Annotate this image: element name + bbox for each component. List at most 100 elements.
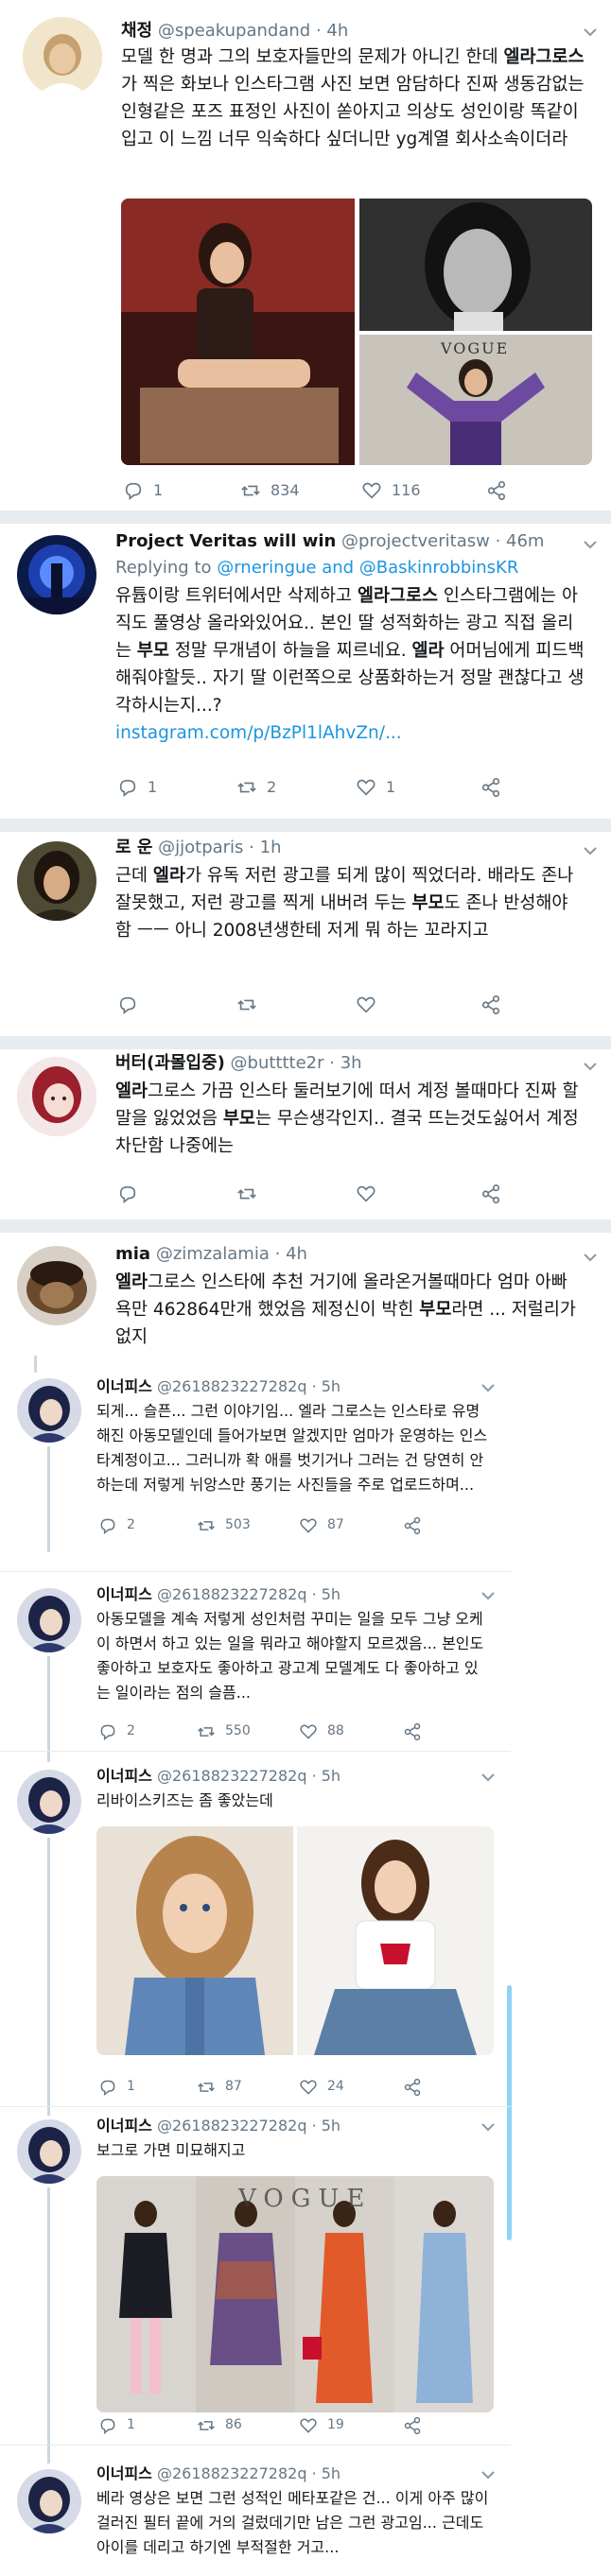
thread-tweet[interactable]: 이너피스 @2618823227282q · 5h 아동모델을 계속 저렇게 성… bbox=[0, 1581, 511, 1762]
chevron-down-icon[interactable] bbox=[480, 2467, 496, 2482]
author-name[interactable]: 이너피스 bbox=[96, 2117, 152, 2135]
chevron-down-icon[interactable] bbox=[583, 1059, 598, 1074]
author-name[interactable]: mia bbox=[115, 1244, 150, 1264]
author-handle[interactable]: @2618823227282q bbox=[157, 2464, 307, 2482]
tweet[interactable]: 버터(과몰입중) @butttte2r · 3h 엘라그로스 가끔 인스타 둘러… bbox=[0, 1049, 611, 1219]
reply-button[interactable]: 1 bbox=[98, 2416, 135, 2435]
chevron-down-icon[interactable] bbox=[480, 1380, 496, 1395]
retweet-button[interactable] bbox=[236, 994, 267, 1015]
thread-tweet[interactable]: 이너피스 @2618823227282q · 5h 보그로 가면 미묘해지고 V… bbox=[0, 2116, 511, 2464]
retweet-button[interactable]: 503 bbox=[197, 1516, 251, 1535]
chevron-down-icon[interactable] bbox=[583, 25, 598, 40]
reply-button[interactable]: 1 bbox=[117, 777, 157, 798]
retweet-button[interactable]: 87 bbox=[197, 2078, 242, 2097]
like-button[interactable] bbox=[356, 1184, 386, 1204]
author-handle[interactable]: @projectveritasw bbox=[341, 531, 490, 551]
tweet[interactable]: Project Veritas will win @projectveritas… bbox=[0, 524, 611, 819]
timestamp[interactable]: 4h bbox=[286, 1244, 307, 1264]
tweet[interactable]: 로 운 @jjotparis · 1h 근데 엘라가 유독 저런 광고를 되게 … bbox=[0, 832, 611, 1036]
thread-tweet[interactable]: 이너피스 @2618823227282q · 5h 베라 영상은 보면 그런 성… bbox=[0, 2454, 511, 2576]
timestamp[interactable]: 1h bbox=[260, 838, 282, 857]
author-handle[interactable]: @butttte2r bbox=[231, 1053, 324, 1073]
author-name[interactable]: 이너피스 bbox=[96, 1377, 152, 1395]
author-handle[interactable]: @zimzalamia bbox=[156, 1244, 270, 1264]
tweet-photo[interactable] bbox=[96, 1826, 293, 2055]
author-name[interactable]: 버터(과몰입중) bbox=[115, 1053, 225, 1073]
avatar[interactable] bbox=[17, 1246, 96, 1325]
like-button[interactable]: 116 bbox=[361, 480, 421, 501]
chevron-down-icon[interactable] bbox=[583, 537, 598, 552]
author-name[interactable]: 이너피스 bbox=[96, 1585, 152, 1603]
share-button[interactable] bbox=[403, 1516, 431, 1535]
share-button[interactable] bbox=[486, 480, 516, 501]
share-button[interactable] bbox=[480, 777, 511, 798]
reply-button[interactable]: 1 bbox=[98, 2078, 135, 2097]
author-handle[interactable]: @2618823227282q bbox=[157, 2117, 307, 2135]
retweet-button[interactable]: 2 bbox=[236, 777, 276, 798]
avatar[interactable] bbox=[17, 1588, 81, 1652]
reply-button[interactable]: 2 bbox=[98, 1722, 135, 1741]
timestamp[interactable]: 46m bbox=[506, 531, 544, 551]
reply-button[interactable]: 2 bbox=[98, 1516, 135, 1535]
author-handle[interactable]: @2618823227282q bbox=[157, 1377, 307, 1395]
retweet-button[interactable]: 834 bbox=[240, 480, 300, 501]
avatar[interactable] bbox=[17, 841, 96, 921]
chevron-down-icon[interactable] bbox=[480, 2119, 496, 2135]
timestamp[interactable]: 5h bbox=[322, 1585, 340, 1603]
avatar[interactable] bbox=[17, 2119, 81, 2184]
avatar[interactable] bbox=[17, 535, 96, 614]
timestamp[interactable]: 3h bbox=[340, 1053, 362, 1073]
like-button[interactable]: 87 bbox=[299, 1516, 344, 1535]
author-handle[interactable]: @2618823227282q bbox=[157, 1585, 307, 1603]
like-button[interactable]: 88 bbox=[299, 1722, 344, 1741]
timestamp[interactable]: 5h bbox=[322, 2117, 340, 2135]
tweet-photo[interactable]: VOGUE bbox=[96, 2176, 494, 2412]
author-name[interactable]: 채정 bbox=[121, 21, 152, 41]
author-name[interactable]: 이너피스 bbox=[96, 2464, 152, 2482]
reply-button[interactable]: 1 bbox=[123, 480, 163, 501]
tweet[interactable]: 채정 @speakupandand · 4h 모델 한 명과 그의 보호자들만의… bbox=[0, 0, 611, 510]
chevron-down-icon[interactable] bbox=[583, 1250, 598, 1265]
share-button[interactable] bbox=[480, 1184, 511, 1204]
thread-tweet[interactable]: 이너피스 @2618823227282q · 5h 되게... 슬픈... 그런… bbox=[0, 1371, 511, 1552]
like-button[interactable]: 24 bbox=[299, 2078, 344, 2097]
replying-to-users[interactable]: @rneringue and @BaskinrobbinsKR bbox=[217, 558, 518, 578]
chevron-down-icon[interactable] bbox=[480, 1770, 496, 1785]
share-button[interactable] bbox=[403, 1722, 431, 1741]
author-name[interactable]: 로 운 bbox=[115, 838, 152, 857]
tweet-photo[interactable] bbox=[297, 1826, 494, 2055]
share-button[interactable] bbox=[480, 994, 511, 1015]
like-button[interactable]: 19 bbox=[299, 2416, 344, 2435]
avatar[interactable] bbox=[17, 1770, 81, 1834]
like-button[interactable]: 1 bbox=[356, 777, 395, 798]
author-handle[interactable]: @speakupandand bbox=[158, 21, 310, 41]
tweet-link[interactable]: instagram.com/p/BzPl1lAhvZn/... bbox=[115, 723, 402, 743]
avatar[interactable] bbox=[17, 1378, 81, 1443]
avatar[interactable] bbox=[17, 1057, 96, 1136]
avatar[interactable] bbox=[23, 17, 102, 96]
timestamp[interactable]: 4h bbox=[326, 21, 348, 41]
chevron-down-icon[interactable] bbox=[583, 843, 598, 858]
chevron-down-icon[interactable] bbox=[480, 1588, 496, 1603]
timestamp[interactable]: 5h bbox=[322, 2464, 340, 2482]
author-handle[interactable]: @2618823227282q bbox=[157, 1767, 307, 1785]
like-button[interactable] bbox=[356, 994, 386, 1015]
author-name[interactable]: 이너피스 bbox=[96, 1767, 152, 1785]
reply-button[interactable] bbox=[117, 1184, 148, 1204]
timestamp[interactable]: 5h bbox=[322, 1767, 340, 1785]
tweet-photo[interactable] bbox=[121, 199, 355, 465]
tweet-photo[interactable]: VOGUE bbox=[359, 335, 592, 465]
thread-tweet[interactable]: 이너피스 @2618823227282q · 5h 리바이스키즈는 좀 좋았는데 bbox=[0, 1760, 511, 2116]
retweet-button[interactable]: 86 bbox=[197, 2416, 242, 2435]
reply-button[interactable] bbox=[117, 994, 148, 1015]
tweet[interactable]: mia @zimzalamia · 4h 엘라그로스 인스타에 추천 거기에 올… bbox=[0, 1233, 611, 1347]
retweet-button[interactable] bbox=[236, 1184, 267, 1204]
share-button[interactable] bbox=[403, 2416, 431, 2435]
author-handle[interactable]: @jjotparis bbox=[158, 838, 243, 857]
avatar[interactable] bbox=[17, 2469, 81, 2533]
tweet-photo[interactable] bbox=[359, 199, 592, 331]
author-name[interactable]: Project Veritas will win bbox=[115, 531, 336, 551]
timestamp[interactable]: 5h bbox=[322, 1377, 340, 1395]
retweet-button[interactable]: 550 bbox=[197, 1722, 251, 1741]
share-button[interactable] bbox=[403, 2078, 431, 2097]
